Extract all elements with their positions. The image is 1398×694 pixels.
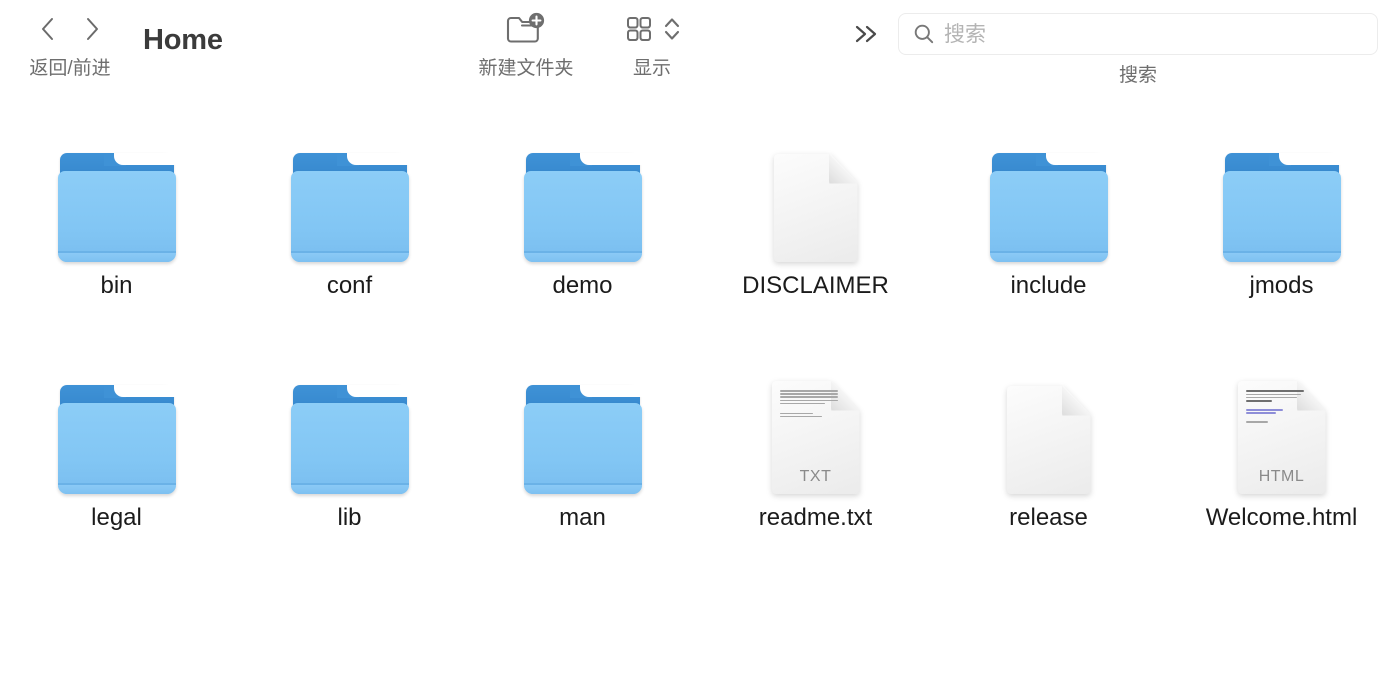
- file-icon-wrap: [290, 364, 409, 494]
- file-item[interactable]: conf: [250, 132, 450, 352]
- file-name-label: lib: [337, 504, 362, 531]
- text-file-icon: TXT: [771, 381, 860, 494]
- back-button[interactable]: [36, 14, 58, 44]
- search-group[interactable]: 搜索 搜索: [898, 13, 1378, 87]
- chevron-up-down-icon: [664, 18, 679, 40]
- file-item[interactable]: demo: [483, 132, 683, 352]
- folder-icon: [290, 149, 409, 262]
- file-item[interactable]: DISCLAIMER: [716, 132, 916, 352]
- page-title: Home: [143, 24, 223, 56]
- file-icon-wrap: [989, 132, 1108, 262]
- folder-icon: [57, 149, 176, 262]
- file-icon-grid: bin conf demo DISCLAIMER include jmods legal li…: [0, 132, 1398, 596]
- file-name-label: jmods: [1249, 272, 1314, 299]
- folder-icon: [290, 381, 409, 494]
- view-group[interactable]: 显示: [598, 8, 706, 80]
- file-name-label: DISCLAIMER: [742, 272, 889, 299]
- file-icon-wrap: [523, 132, 642, 262]
- toolbar-overflow-button[interactable]: [845, 14, 889, 54]
- folder-icon: [523, 149, 642, 262]
- file-icon-wrap: [1222, 132, 1341, 262]
- file-item[interactable]: include: [949, 132, 1149, 352]
- search-icon: [914, 24, 934, 44]
- chevron-left-icon: [42, 18, 53, 40]
- file-name-label: conf: [326, 272, 373, 299]
- forward-button[interactable]: [82, 14, 104, 44]
- folder-icon: [523, 381, 642, 494]
- file-kind-badge: HTML: [1258, 468, 1305, 485]
- file-name-label: readme.txt: [758, 504, 873, 531]
- double-chevron-right-icon: [855, 25, 877, 43]
- file-item[interactable]: legal: [17, 364, 217, 584]
- file-icon-wrap: [57, 132, 176, 262]
- html-preview-lines: [1245, 390, 1304, 424]
- file-icon-wrap: [773, 132, 858, 262]
- file-icon-wrap: HTML: [1237, 364, 1326, 494]
- file-icon-wrap: [1006, 364, 1091, 494]
- search-label: 搜索: [1118, 65, 1157, 86]
- html-file-icon: HTML: [1237, 381, 1326, 494]
- file-name-label: include: [1010, 272, 1087, 299]
- file-item[interactable]: TXT readme.txt: [716, 364, 916, 584]
- file-item[interactable]: release: [949, 364, 1149, 584]
- back-forward-group: 返回/前进: [0, 8, 140, 80]
- file-item[interactable]: lib: [250, 364, 450, 584]
- file-item[interactable]: bin: [17, 132, 217, 352]
- file-icon-wrap: TXT: [771, 364, 860, 494]
- file-name-label: bin: [100, 272, 133, 299]
- file-name-label: release: [1009, 504, 1088, 531]
- new-folder-label: 新建文件夹: [478, 58, 574, 79]
- file-item[interactable]: jmods: [1182, 132, 1382, 352]
- file-browser-content: bin conf demo DISCLAIMER include jmods legal li…: [0, 100, 1398, 694]
- grid-view-icon: [626, 17, 651, 41]
- file-name-label: Welcome.html: [1205, 504, 1358, 531]
- document-icon: [1006, 386, 1091, 494]
- file-icon-wrap: [57, 364, 176, 494]
- search-placeholder: 搜索: [944, 22, 986, 46]
- file-icon-wrap: [290, 132, 409, 262]
- file-name-label: legal: [91, 504, 142, 531]
- back-forward-label: 返回/前进: [29, 58, 111, 79]
- file-name-label: man: [559, 504, 606, 531]
- view-label: 显示: [632, 58, 671, 79]
- toolbar-overflow-group[interactable]: [845, 14, 889, 54]
- folder-icon: [989, 149, 1108, 262]
- folder-icon: [1222, 149, 1341, 262]
- folder-icon: [57, 381, 176, 494]
- file-name-label: demo: [552, 272, 613, 299]
- toolbar: 返回/前进 Home 新建文件夹 显示 搜索 搜索: [0, 0, 1398, 100]
- file-kind-badge: TXT: [799, 468, 832, 485]
- file-icon-wrap: [523, 364, 642, 494]
- search-input[interactable]: 搜索: [898, 13, 1378, 55]
- new-folder-group[interactable]: 新建文件夹: [458, 8, 594, 80]
- file-item[interactable]: man: [483, 364, 683, 584]
- new-folder-icon: [506, 12, 545, 43]
- text-preview-lines: [779, 390, 838, 419]
- chevron-right-icon: [87, 18, 98, 40]
- document-icon: [773, 154, 858, 262]
- file-item[interactable]: HTML Welcome.html: [1182, 364, 1382, 584]
